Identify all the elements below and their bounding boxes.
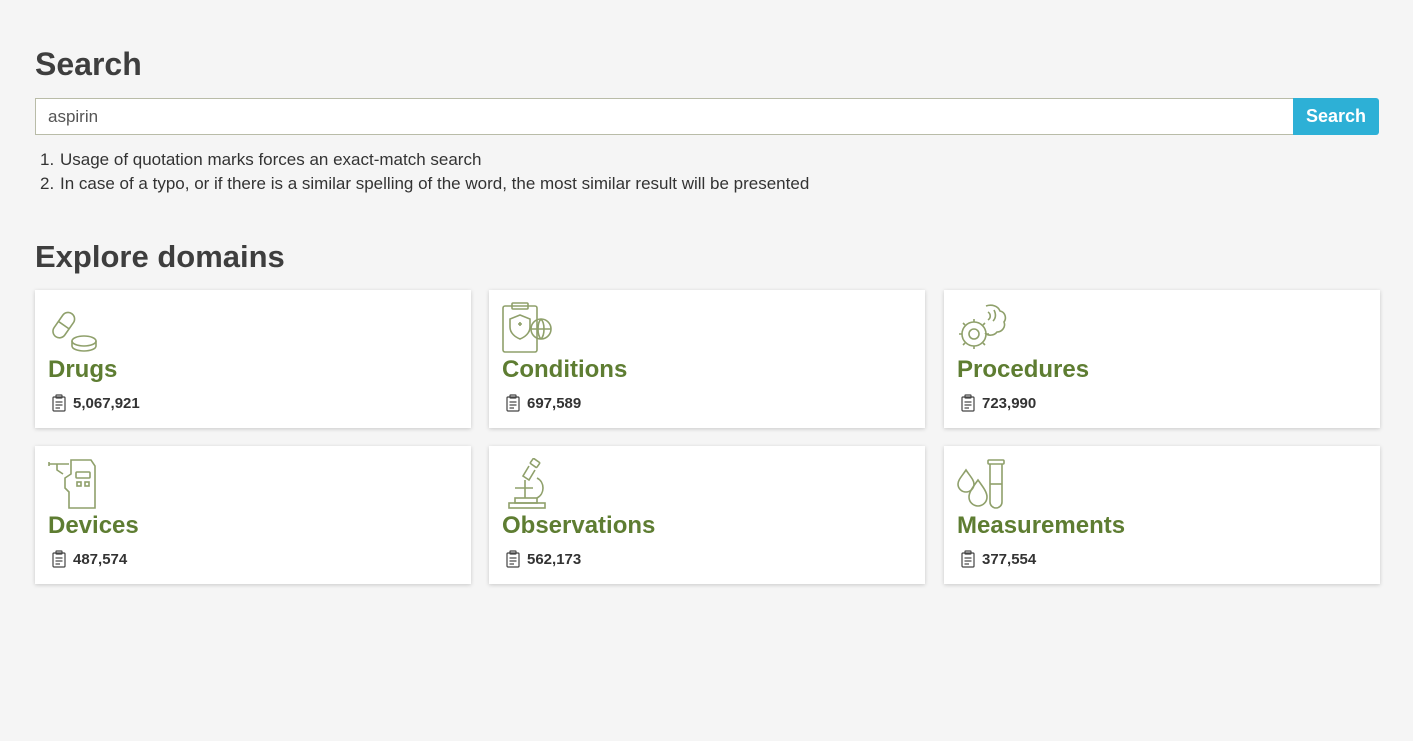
domain-count: 5,067,921 bbox=[73, 394, 140, 412]
domain-card-observations[interactable]: Observations 562,173 bbox=[489, 446, 925, 584]
tip-number: 2. bbox=[40, 174, 55, 193]
domain-card-procedures[interactable]: Procedures 723,990 bbox=[944, 290, 1380, 428]
domain-card-measurements[interactable]: Measurements 377,554 bbox=[944, 446, 1380, 584]
search-input[interactable] bbox=[35, 98, 1293, 135]
tip-number: 1. bbox=[40, 150, 55, 169]
search-tip: 1. Usage of quotation marks forces an ex… bbox=[40, 148, 809, 172]
domain-count: 377,554 bbox=[982, 550, 1037, 568]
test-tube-icon bbox=[957, 459, 1005, 509]
domain-count-row: 377,554 bbox=[961, 550, 1036, 568]
domain-count-row: 562,173 bbox=[506, 550, 581, 568]
clipboard-icon bbox=[52, 394, 66, 412]
domain-count-row: 487,574 bbox=[52, 550, 127, 568]
domain-count: 697,589 bbox=[527, 394, 582, 412]
search-button[interactable]: Search bbox=[1293, 98, 1379, 135]
domain-card-drugs[interactable]: Drugs 5,067,921 bbox=[35, 290, 471, 428]
domain-name: Devices bbox=[48, 512, 139, 539]
search-tip: 2. In case of a typo, or if there is a s… bbox=[40, 172, 810, 196]
search-bar: Search bbox=[35, 98, 1379, 135]
domain-name: Measurements bbox=[957, 512, 1126, 539]
domain-card-conditions[interactable]: Conditions 697,589 bbox=[489, 290, 925, 428]
domain-name: Drugs bbox=[48, 356, 118, 383]
microscope-icon bbox=[508, 458, 546, 509]
domain-card-devices[interactable]: Devices 487,574 bbox=[35, 446, 471, 584]
clipboard-icon bbox=[506, 394, 520, 412]
domain-count: 723,990 bbox=[982, 394, 1037, 412]
domain-count-row: 5,067,921 bbox=[52, 394, 140, 412]
search-title: Search bbox=[35, 46, 142, 82]
device-icon bbox=[48, 459, 96, 509]
domain-name: Conditions bbox=[502, 356, 628, 383]
clipboard-icon bbox=[52, 550, 66, 568]
tip-text: In case of a typo, or if there is a simi… bbox=[60, 174, 810, 193]
clipboard-icon bbox=[961, 550, 975, 568]
domain-count-row: 697,589 bbox=[506, 394, 581, 412]
domain-name: Observations bbox=[502, 512, 656, 539]
domain-count: 487,574 bbox=[73, 550, 128, 568]
explore-title: Explore domains bbox=[35, 239, 285, 274]
search-tips: 1. Usage of quotation marks forces an ex… bbox=[40, 148, 810, 196]
pill-icon bbox=[52, 311, 97, 352]
page: Search Search 1. Usage of quotation mark… bbox=[0, 0, 1413, 741]
brain-gear-icon bbox=[959, 304, 1007, 349]
tip-text: Usage of quotation marks forces an exact… bbox=[60, 150, 482, 169]
domain-count: 562,173 bbox=[527, 550, 582, 568]
clipboard-icon bbox=[961, 394, 975, 412]
domain-name: Procedures bbox=[957, 356, 1090, 383]
clipboard-icon bbox=[506, 550, 520, 568]
domain-count-row: 723,990 bbox=[961, 394, 1036, 412]
clipboard-shield-icon bbox=[502, 302, 552, 353]
